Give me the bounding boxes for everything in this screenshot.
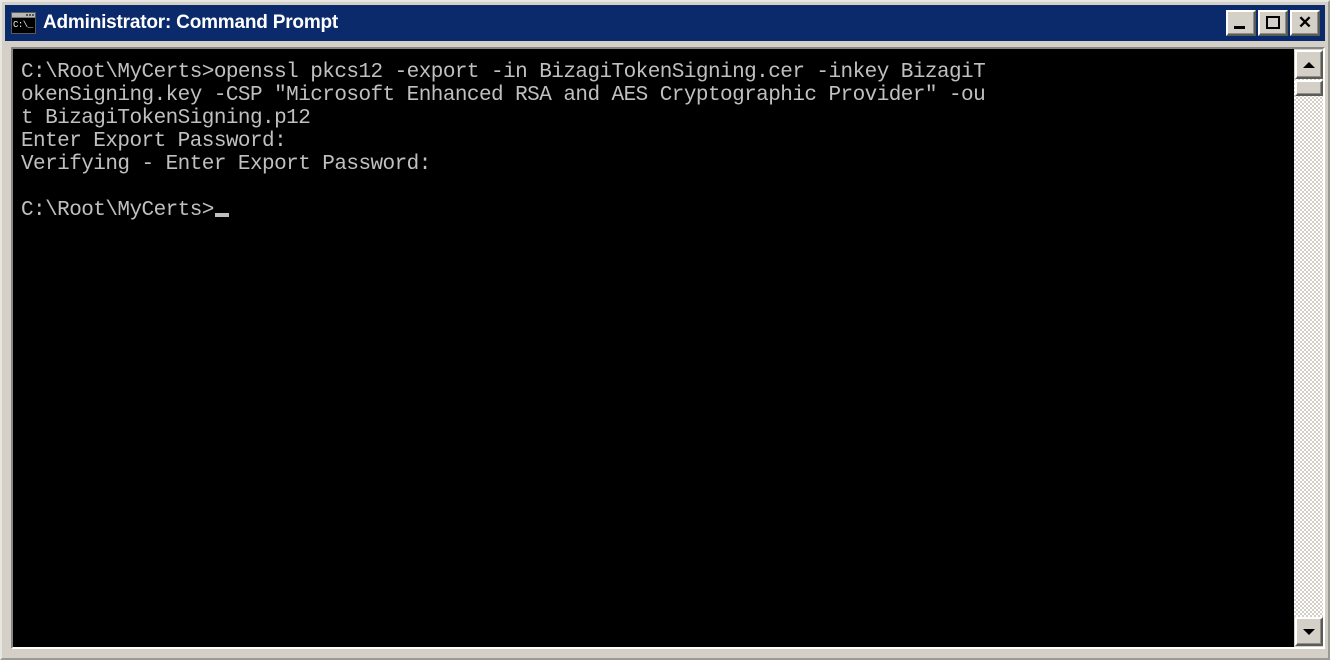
window-controls: ✕: [1226, 10, 1320, 36]
window-title: Administrator: Command Prompt: [43, 12, 339, 33]
vertical-scrollbar[interactable]: [1293, 49, 1323, 647]
console-output: C:\Root\MyCerts>openssl pkcs12 -export -…: [21, 61, 1293, 222]
close-icon: ✕: [1297, 13, 1313, 32]
console-line: C:\Root\MyCerts>openssl pkcs12 -export -…: [21, 61, 986, 84]
text-cursor: [214, 213, 229, 217]
console-line: t BizagiTokenSigning.p12: [21, 107, 311, 130]
console-client-area: C:\Root\MyCerts>openssl pkcs12 -export -…: [11, 47, 1325, 649]
icon-console-glyph: C:\_: [12, 18, 35, 33]
console-window: C:\_ Administrator: Command Prompt ✕ C:\…: [0, 0, 1330, 660]
command-prompt-icon[interactable]: C:\_: [11, 12, 36, 34]
window-inner-frame: C:\_ Administrator: Command Prompt ✕ C:\…: [3, 3, 1327, 657]
console-prompt-line: C:\Root\MyCerts>: [21, 199, 214, 222]
console-line: Enter Export Password:: [21, 130, 287, 153]
minimize-button[interactable]: [1226, 10, 1256, 36]
title-bar[interactable]: C:\_ Administrator: Command Prompt ✕: [5, 5, 1325, 41]
console-line: Verifying - Enter Export Password:: [21, 153, 431, 176]
scrollbar-track[interactable]: [1294, 79, 1323, 617]
maximize-icon: [1266, 16, 1280, 29]
close-button[interactable]: ✕: [1290, 10, 1320, 36]
maximize-button[interactable]: [1258, 10, 1288, 36]
scroll-up-button[interactable]: [1295, 50, 1323, 79]
minimize-icon: [1234, 26, 1245, 29]
chevron-down-icon: [1303, 628, 1315, 635]
console-surface[interactable]: C:\Root\MyCerts>openssl pkcs12 -export -…: [13, 49, 1323, 647]
scrollbar-thumb[interactable]: [1295, 80, 1323, 96]
scroll-down-button[interactable]: [1295, 617, 1323, 646]
console-line: okenSigning.key -CSP "Microsoft Enhanced…: [21, 84, 986, 107]
icon-dots: [26, 14, 34, 16]
chevron-up-icon: [1303, 61, 1315, 68]
